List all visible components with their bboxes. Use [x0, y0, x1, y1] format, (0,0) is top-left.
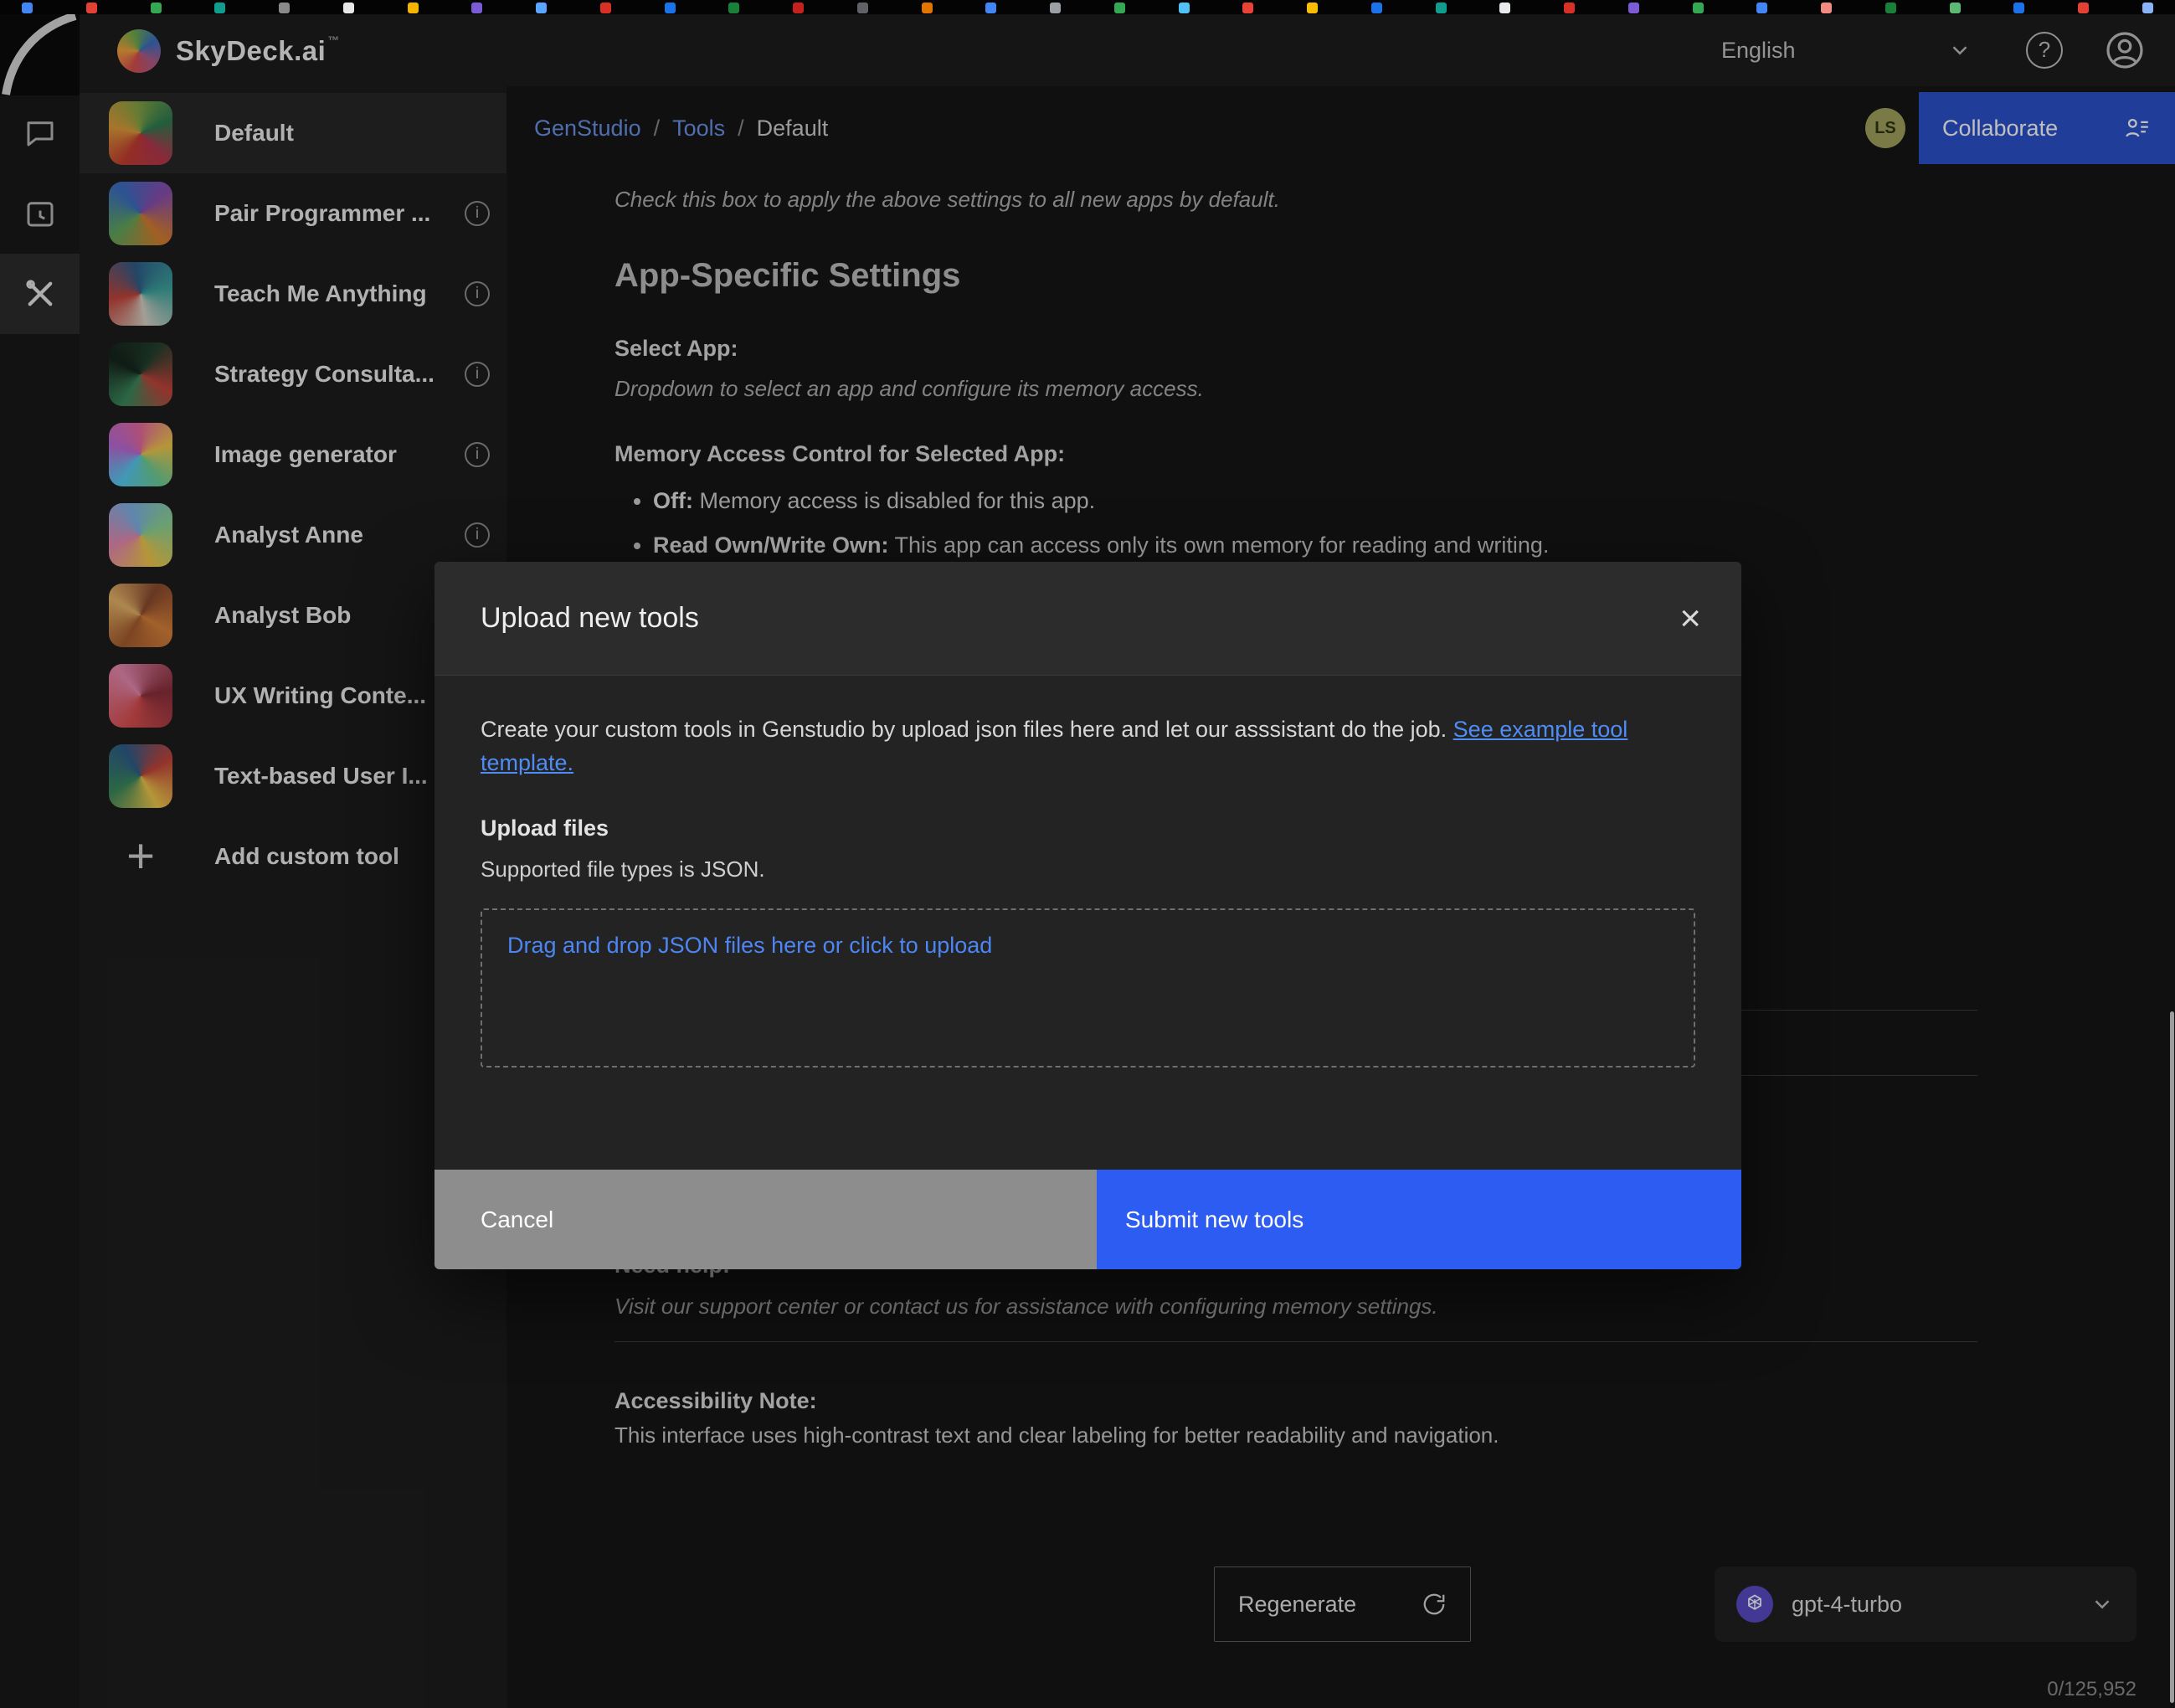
browser-tab-favicon[interactable]: [1114, 3, 1125, 13]
cancel-button[interactable]: Cancel: [434, 1170, 1097, 1269]
browser-tab-favicon[interactable]: [793, 3, 804, 13]
browser-tab-favicon[interactable]: [1950, 3, 1961, 13]
file-dropzone[interactable]: Drag and drop JSON files here or click t…: [481, 908, 1695, 1068]
browser-tab-favicon[interactable]: [922, 3, 933, 13]
vertical-scrollbar[interactable]: [2170, 1011, 2174, 1703]
browser-tab-favicon[interactable]: [665, 3, 676, 13]
browser-tab-favicon[interactable]: [471, 3, 482, 13]
browser-tab-favicon[interactable]: [2078, 3, 2089, 13]
browser-tab-favicon[interactable]: [985, 3, 996, 13]
modal-header: Upload new tools ×: [434, 562, 1741, 676]
browser-tab-favicon[interactable]: [1756, 3, 1767, 13]
browser-tab-favicon[interactable]: [600, 3, 611, 13]
modal-title: Upload new tools: [481, 599, 699, 638]
browser-tab-favicon[interactable]: [279, 3, 290, 13]
browser-tab-favicon[interactable]: [86, 3, 97, 13]
browser-tab-favicon[interactable]: [1050, 3, 1061, 13]
modal-description: Create your custom tools in Genstudio by…: [481, 713, 1695, 779]
browser-tab-favicon[interactable]: [1371, 3, 1382, 13]
browser-tab-favicon[interactable]: [857, 3, 868, 13]
browser-tab-favicon[interactable]: [343, 3, 354, 13]
browser-tab-favicon[interactable]: [1693, 3, 1704, 13]
browser-tab-favicon[interactable]: [408, 3, 419, 13]
browser-tab-favicon[interactable]: [536, 3, 547, 13]
browser-tab-favicon[interactable]: [2013, 3, 2024, 13]
modal-body: Create your custom tools in Genstudio by…: [434, 676, 1741, 1170]
browser-tab-favicon[interactable]: [1307, 3, 1318, 13]
browser-tab-favicon[interactable]: [151, 3, 162, 13]
browser-tab-favicon[interactable]: [2142, 3, 2153, 13]
browser-tab-favicon[interactable]: [1499, 3, 1510, 13]
browser-tab-favicon[interactable]: [1179, 3, 1190, 13]
browser-tab-favicon[interactable]: [728, 3, 739, 13]
close-icon[interactable]: ×: [1679, 600, 1701, 637]
browser-tab-favicon[interactable]: [22, 3, 33, 13]
submit-new-tools-button[interactable]: Submit new tools: [1097, 1170, 1741, 1269]
browser-tab-favicon[interactable]: [1436, 3, 1447, 13]
upload-tools-modal: Upload new tools × Create your custom to…: [434, 562, 1741, 1269]
browser-tab-strip[interactable]: [0, 0, 2175, 14]
browser-tab-favicon[interactable]: [214, 3, 225, 13]
browser-tab-favicon[interactable]: [1242, 3, 1253, 13]
dropzone-text: Drag and drop JSON files here or click t…: [507, 933, 992, 958]
browser-tab-favicon[interactable]: [1564, 3, 1575, 13]
supported-types-text: Supported file types is JSON.: [481, 855, 1695, 884]
app-root: SkyDeck.ai™ English ?: [0, 0, 2175, 1708]
browser-tab-favicon[interactable]: [1885, 3, 1896, 13]
modal-footer: Cancel Submit new tools: [434, 1170, 1741, 1269]
upload-files-label: Upload files: [481, 813, 1695, 843]
browser-tab-favicon[interactable]: [1628, 3, 1639, 13]
browser-tab-favicon[interactable]: [1821, 3, 1832, 13]
